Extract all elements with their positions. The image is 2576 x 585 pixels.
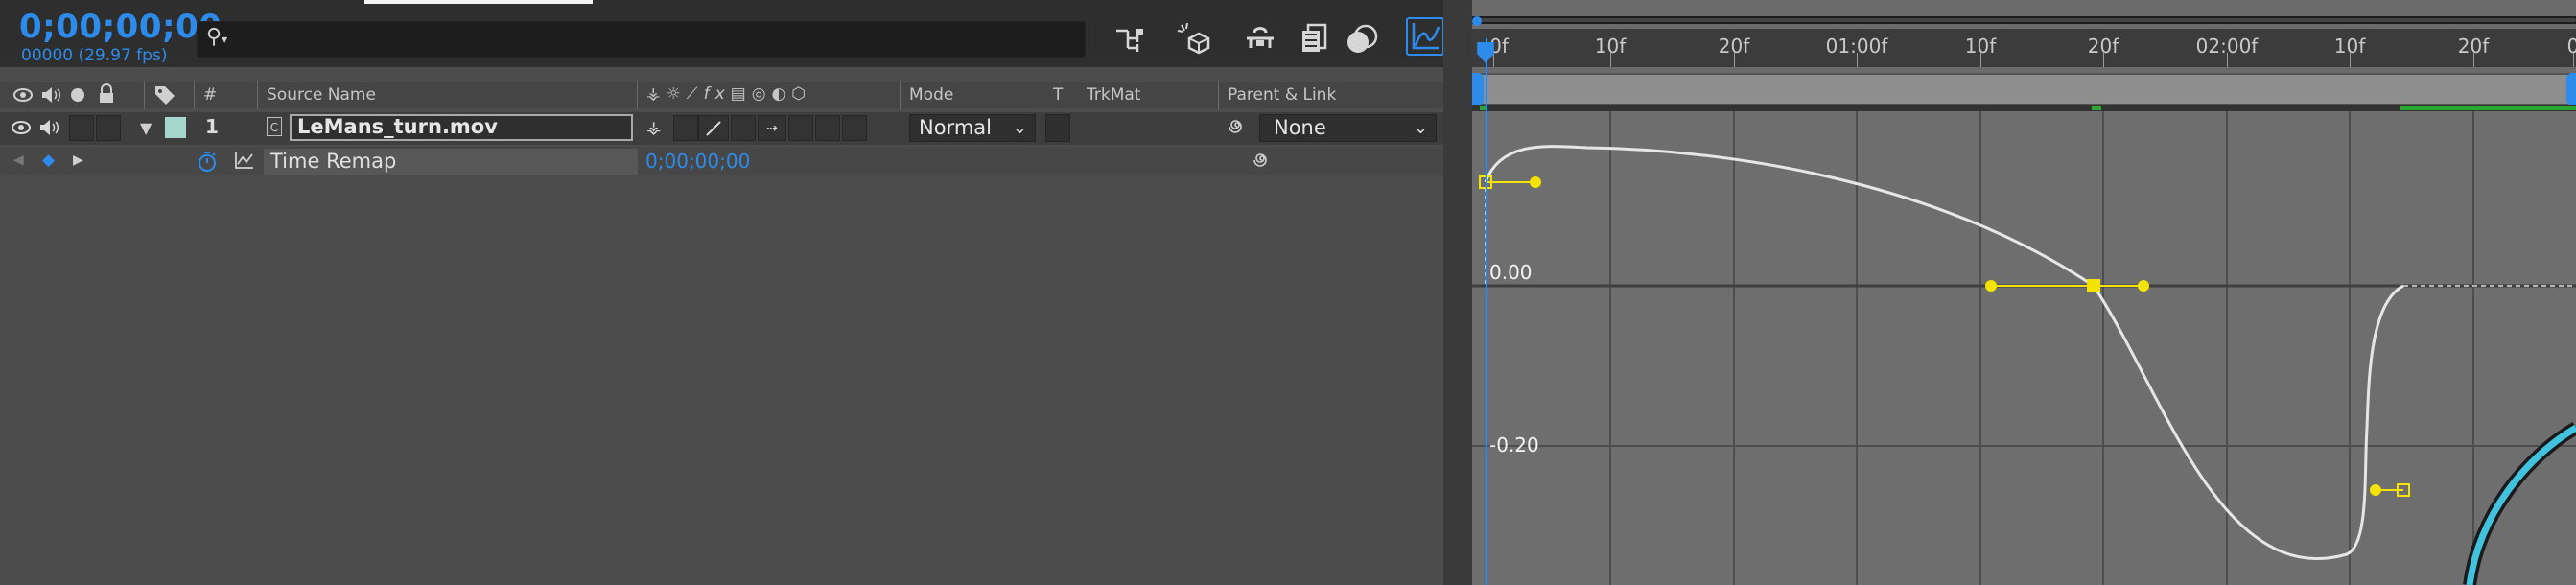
parent-dropdown[interactable]: None ⌄ (1259, 114, 1437, 142)
video-visibility-eye-icon[interactable] (12, 120, 31, 139)
solo-switch[interactable] (69, 115, 94, 141)
bezier-handles[interactable] (1486, 176, 2403, 496)
next-keyframe-icon[interactable]: ▶ (73, 152, 83, 168)
work-area-end-handle[interactable] (2566, 73, 2576, 105)
ruler-tick-label: 20f (2457, 35, 2490, 58)
search-field[interactable] (236, 26, 1074, 53)
audio-toggle-header-icon[interactable] (40, 85, 61, 108)
column-source-name[interactable]: Source Name (267, 82, 376, 108)
column-divider[interactable] (900, 81, 901, 109)
work-area-range[interactable] (1480, 75, 2576, 104)
blend-mode-value: Normal (919, 116, 992, 139)
column-trkmat[interactable]: TrkMat (1087, 82, 1140, 108)
motion-blur-switch[interactable] (788, 115, 813, 141)
keyframe-selected[interactable] (2087, 279, 2100, 292)
active-tab-indicator (364, 0, 593, 4)
parent-pick-whip-icon[interactable] (1226, 115, 1249, 142)
navigator-start-handle[interactable] (1472, 16, 1482, 26)
layer-switches-header: ⚶☼⟋fx▤◎◐⬡ (646, 84, 812, 104)
column-number[interactable]: # (203, 82, 217, 108)
column-divider[interactable] (1218, 81, 1219, 109)
video-toggle-header-icon[interactable] (13, 87, 33, 106)
column-mode[interactable]: Mode (909, 82, 953, 108)
adjustment-layer-switch[interactable] (815, 115, 840, 141)
lock-switch[interactable] (96, 115, 121, 141)
current-time-display[interactable]: 0;00;00;00 (19, 8, 222, 46)
time-ruler[interactable] (1472, 29, 2576, 67)
track-matte-toggle[interactable] (1045, 114, 1070, 142)
column-parent-link[interactable]: Parent & Link (1228, 82, 1336, 108)
lock-header-icon[interactable] (98, 83, 115, 108)
ruler-tick-label: 10f (1594, 35, 1627, 58)
panel-splitter[interactable] (1443, 0, 1472, 585)
property-name[interactable]: Time Remap (270, 150, 396, 173)
ruler-tick-label: 02:00f (2195, 35, 2259, 58)
layer-number: 1 (205, 115, 219, 138)
column-divider[interactable] (637, 81, 638, 109)
composition-mini-flowchart-icon[interactable] (1111, 19, 1149, 58)
value-label-negative: -0.20 (1489, 433, 1539, 456)
snap-ring-shadow (2463, 421, 2576, 585)
column-t[interactable]: T (1053, 82, 1063, 108)
solo-header-icon[interactable] (71, 88, 84, 102)
ruler-tick-label: 0 (2566, 35, 2576, 58)
label-header-icon[interactable] (153, 84, 176, 109)
column-divider[interactable] (194, 81, 195, 109)
frame-rate-display: 00000 (29.97 fps) (21, 46, 168, 65)
motion-blur-icon[interactable] (1343, 19, 1381, 58)
search-input[interactable] (197, 21, 1086, 58)
graph-gridlines (1472, 111, 2576, 585)
ruler-tick-label: 10f (2333, 35, 2366, 58)
frame-blending-switch-icon[interactable]: ⇢ (758, 115, 786, 141)
search-icon[interactable]: ⚲▾ (206, 25, 227, 49)
time-navigator-range[interactable] (1478, 18, 2576, 22)
graph-editor-icon[interactable] (1406, 17, 1444, 56)
parent-value: None (1274, 116, 1326, 139)
expand-layer-triangle-icon[interactable]: ▼ (140, 119, 152, 137)
collapse-switch[interactable] (673, 115, 698, 141)
keyframe-diamond-icon[interactable]: ◆ (42, 151, 55, 170)
ruler-tick-label: 20f (2087, 35, 2119, 58)
value-graph[interactable] (1472, 111, 2576, 585)
value-label-zero: 0.00 (1489, 261, 1533, 284)
column-divider[interactable] (257, 81, 258, 109)
layer-name[interactable]: LeMans_turn.mov (297, 115, 498, 138)
draft-3d-icon[interactable] (1174, 19, 1212, 58)
property-value[interactable]: 0;00;00;00 (645, 150, 750, 173)
shy-switch-icon[interactable]: ⚶ (646, 118, 661, 138)
ruler-tick-label: 10f (1964, 35, 1997, 58)
graph-editor-panel: 0f 10f 20f 01:00f 10f 20f 02:00f 10f 20f 0 (1472, 0, 2576, 585)
hide-shy-layers-icon[interactable] (1241, 19, 1279, 58)
work-area-start-handle[interactable] (1472, 73, 1484, 105)
effects-switch[interactable] (731, 115, 756, 141)
audio-speaker-icon[interactable] (38, 118, 59, 141)
quality-switch[interactable] (698, 115, 729, 141)
property-pick-whip-icon[interactable] (1251, 149, 1274, 176)
snap-ring-indicator (2466, 424, 2576, 585)
column-divider[interactable] (144, 81, 145, 109)
layer-label-color[interactable] (165, 117, 186, 138)
ruler-tick-label: 01:00f (1825, 35, 1888, 58)
footage-file-icon: C (267, 117, 282, 136)
3d-layer-switch[interactable] (842, 115, 867, 141)
blend-mode-dropdown[interactable]: Normal ⌄ (909, 114, 1036, 142)
stopwatch-icon[interactable] (197, 150, 218, 176)
current-time-indicator-line[interactable] (1486, 38, 1487, 585)
time-remap-curve[interactable] (1484, 145, 2404, 561)
previous-keyframe-icon[interactable]: ◀ (13, 152, 24, 168)
chevron-down-icon: ⌄ (1413, 118, 1428, 138)
chevron-down-icon: ⌄ (1012, 118, 1027, 138)
ruler-tick-label: 20f (1718, 35, 1750, 58)
graph-toggle-icon[interactable] (234, 151, 255, 174)
frame-blending-icon[interactable] (1295, 19, 1333, 58)
